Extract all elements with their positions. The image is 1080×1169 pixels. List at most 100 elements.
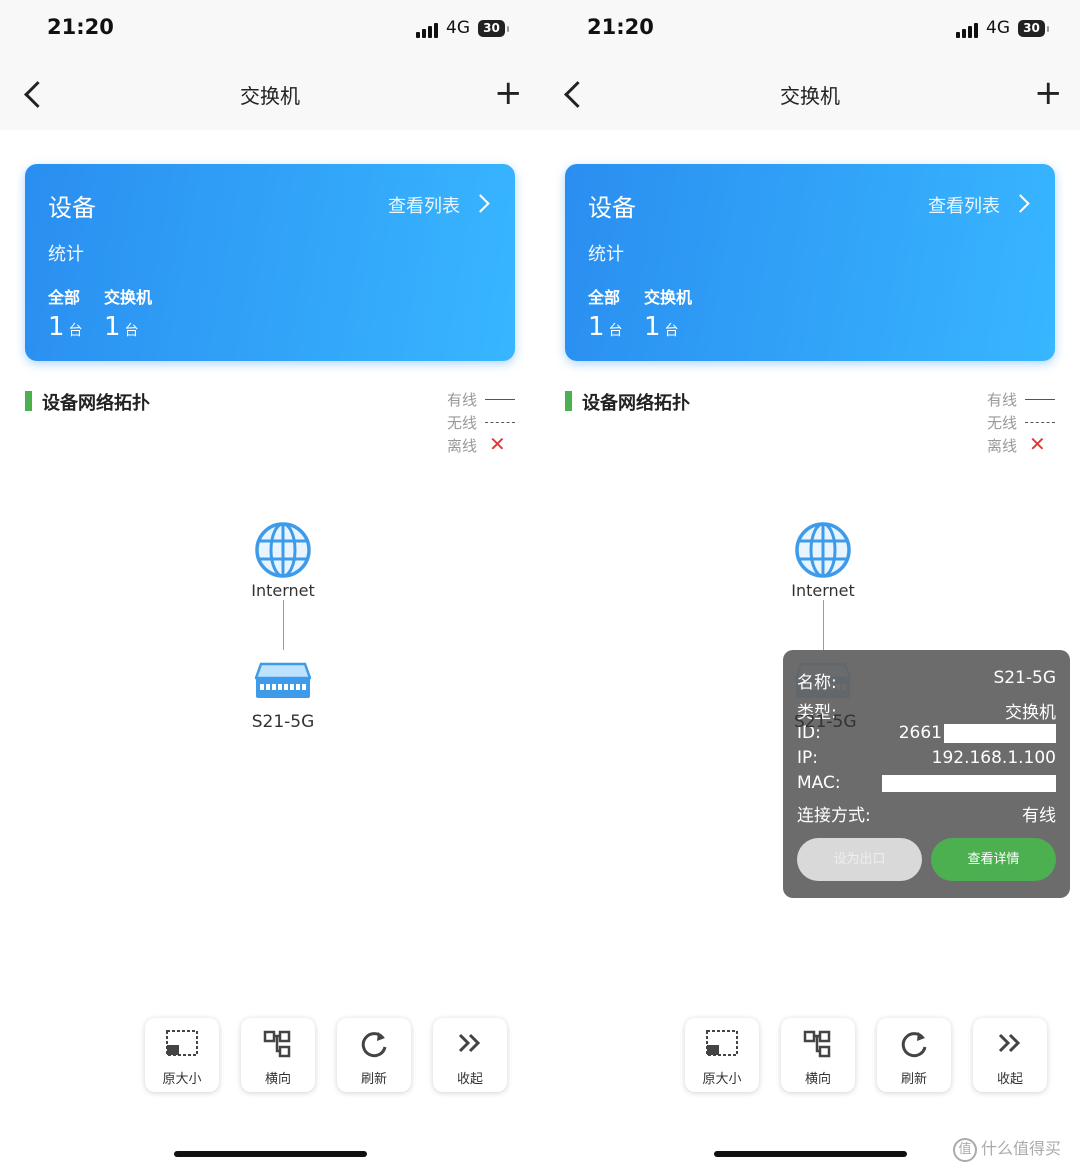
horizontal-button[interactable]: 横向 bbox=[241, 1018, 315, 1092]
offline-x-icon: ✕ bbox=[489, 432, 506, 456]
stat-label: 交换机 bbox=[104, 288, 153, 307]
section-accent bbox=[565, 391, 572, 411]
view-list-label: 查看列表 bbox=[388, 196, 460, 217]
view-list-link[interactable]: 查看列表 bbox=[928, 192, 1030, 218]
switch-icon[interactable] bbox=[255, 660, 311, 702]
plus-icon[interactable]: + bbox=[1034, 76, 1063, 110]
horizontal-layout-icon bbox=[263, 1030, 291, 1058]
horizontal-layout-icon bbox=[803, 1030, 831, 1058]
stats-title: 统计 bbox=[588, 244, 624, 265]
view-list-label: 查看列表 bbox=[928, 196, 1000, 217]
device-card: 设备 查看列表 统计 全部 1台 交换机 1台 bbox=[25, 164, 515, 361]
internet-label: Internet bbox=[791, 581, 855, 600]
section-accent bbox=[25, 391, 32, 411]
legend-wired-label: 有线 bbox=[987, 391, 1018, 409]
legend-wired-label: 有线 bbox=[447, 391, 478, 409]
right-screen: 21:20 4G 30 交换机 + 设备 查看列表 统计 全部 1台 交换机 1… bbox=[540, 0, 1080, 1169]
network-type: 4G bbox=[446, 18, 470, 38]
refresh-label: 刷新 bbox=[360, 1072, 387, 1087]
topology-title: 设备网络拓扑 bbox=[42, 393, 150, 414]
card-title: 设备 bbox=[48, 194, 96, 222]
stat-value: 1 bbox=[48, 312, 65, 342]
stat-all: 全部 1台 bbox=[588, 284, 623, 342]
refresh-label: 刷新 bbox=[900, 1072, 927, 1087]
stats-title: 统计 bbox=[48, 244, 84, 265]
network-type: 4G bbox=[986, 18, 1010, 38]
horizontal-label: 横向 bbox=[264, 1072, 291, 1087]
offline-x-icon: ✕ bbox=[1029, 432, 1046, 456]
watermark: 值什么值得买 bbox=[953, 1135, 1061, 1162]
battery-icon: 30 bbox=[478, 20, 509, 37]
stat-unit: 台 bbox=[68, 323, 83, 339]
switch-label: S21-5G bbox=[794, 712, 857, 732]
view-detail-button[interactable]: 查看详情 bbox=[931, 838, 1056, 881]
stat-switch: 交换机 1台 bbox=[104, 284, 152, 342]
original-size-icon bbox=[166, 1030, 198, 1056]
stat-unit: 台 bbox=[608, 323, 623, 339]
wired-link bbox=[823, 600, 824, 650]
top-bar: 21:20 4G 30 交换机 + bbox=[540, 0, 1080, 130]
collapse-icon bbox=[998, 1033, 1021, 1053]
collapse-icon bbox=[458, 1033, 481, 1053]
legend-wired: 有线 bbox=[447, 389, 515, 410]
legend-wireless: 无线 bbox=[447, 412, 515, 433]
popup-key: 连接方式: bbox=[797, 806, 871, 826]
legend-wired: 有线 bbox=[987, 389, 1055, 410]
top-bar: 21:20 4G 30 交换机 + bbox=[0, 0, 540, 130]
redaction-block bbox=[882, 775, 1056, 792]
original-size-label: 原大小 bbox=[702, 1072, 742, 1087]
view-list-link[interactable]: 查看列表 bbox=[388, 192, 490, 218]
refresh-button[interactable]: 刷新 bbox=[337, 1018, 411, 1092]
stat-label: 全部 bbox=[588, 288, 621, 307]
original-size-button[interactable]: 原大小 bbox=[685, 1018, 759, 1092]
internet-label: Internet bbox=[251, 581, 315, 600]
signal-icon bbox=[416, 22, 440, 38]
popup-value: 192.168.1.100 bbox=[931, 748, 1056, 768]
status-time: 21:20 bbox=[587, 15, 654, 39]
stat-all: 全部 1台 bbox=[48, 284, 83, 342]
chevron-right-icon bbox=[471, 194, 490, 213]
collapse-button[interactable]: 收起 bbox=[973, 1018, 1047, 1092]
globe-icon[interactable] bbox=[254, 521, 312, 579]
popup-value: 交换机 bbox=[1005, 703, 1056, 723]
popup-key: MAC: bbox=[797, 773, 841, 793]
refresh-icon bbox=[901, 1032, 927, 1058]
redaction-block bbox=[944, 724, 1056, 743]
legend-offline-label: 离线 bbox=[447, 437, 478, 455]
globe-icon[interactable] bbox=[794, 521, 852, 579]
wired-link bbox=[283, 600, 284, 650]
switch-label: S21-5G bbox=[251, 712, 315, 732]
horizontal-button[interactable]: 横向 bbox=[781, 1018, 855, 1092]
battery-icon: 30 bbox=[1018, 20, 1049, 37]
stat-value: 1 bbox=[588, 312, 605, 342]
watermark-logo-icon: 值 bbox=[953, 1137, 977, 1162]
home-indicator[interactable] bbox=[714, 1151, 907, 1157]
topology-title: 设备网络拓扑 bbox=[582, 393, 690, 414]
popup-key: 名称: bbox=[797, 673, 837, 693]
popup-value: 2661 bbox=[898, 723, 942, 743]
home-indicator[interactable] bbox=[174, 1151, 367, 1157]
original-size-button[interactable]: 原大小 bbox=[145, 1018, 219, 1092]
popup-key: IP: bbox=[797, 748, 818, 768]
original-size-icon bbox=[706, 1030, 738, 1056]
popup-value: S21-5G bbox=[993, 668, 1056, 688]
stat-value: 1 bbox=[644, 312, 661, 342]
signal-icon bbox=[956, 22, 980, 38]
stat-label: 交换机 bbox=[644, 288, 693, 307]
device-card: 设备 查看列表 统计 全部 1台 交换机 1台 bbox=[565, 164, 1055, 361]
plus-icon[interactable]: + bbox=[494, 76, 523, 110]
refresh-button[interactable]: 刷新 bbox=[877, 1018, 951, 1092]
popup-value: 有线 bbox=[1022, 806, 1056, 826]
legend-offline: 离线 ✕ bbox=[987, 432, 1046, 456]
legend-offline-label: 离线 bbox=[987, 437, 1018, 455]
set-exit-button[interactable]: 设为出口 bbox=[797, 838, 922, 881]
collapse-label: 收起 bbox=[456, 1072, 483, 1087]
legend-wireless-label: 无线 bbox=[987, 414, 1018, 432]
horizontal-label: 横向 bbox=[804, 1072, 831, 1087]
stat-unit: 台 bbox=[124, 323, 139, 339]
page-title: 交换机 bbox=[780, 84, 840, 108]
collapse-button[interactable]: 收起 bbox=[433, 1018, 507, 1092]
device-info-popup: 名称: S21-5G 类型: 交换机 ID: 2661 IP: 192.168.1.10… bbox=[783, 650, 1070, 898]
collapse-label: 收起 bbox=[996, 1072, 1023, 1087]
chevron-right-icon bbox=[1011, 194, 1030, 213]
